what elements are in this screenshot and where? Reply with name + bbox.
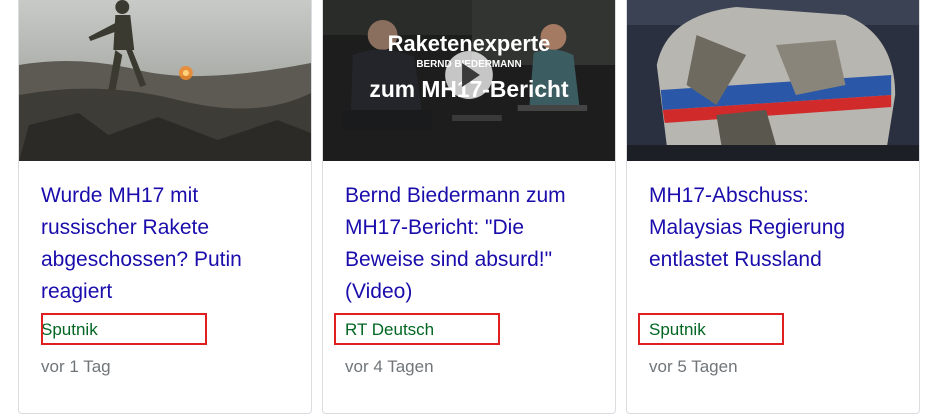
news-thumbnail-1[interactable] — [19, 0, 311, 161]
news-card-2[interactable]: Raketenexperte BERND BIEDERMANN zum MH17… — [322, 0, 616, 414]
highlight-box — [41, 313, 207, 345]
video-thumbnail-image: Raketenexperte BERND BIEDERMANN zum MH17… — [323, 0, 615, 161]
play-icon[interactable] — [445, 51, 493, 99]
headline-link[interactable]: MH17-Abschuss: Malaysias Regierung entla… — [649, 180, 905, 276]
wreckage-image — [627, 0, 919, 161]
news-card-3[interactable]: MH17-Abschuss: Malaysias Regierung entla… — [626, 0, 920, 414]
timestamp: vor 4 Tagen — [345, 357, 434, 376]
news-thumbnail-3[interactable] — [627, 0, 919, 161]
headline-link[interactable]: Bernd Biedermann zum MH17-Bericht: "Die … — [345, 180, 601, 308]
crash-site-image — [19, 0, 311, 161]
news-thumbnail-2[interactable]: Raketenexperte BERND BIEDERMANN zum MH17… — [323, 0, 615, 161]
highlight-box — [638, 313, 784, 345]
highlight-box — [334, 313, 500, 345]
news-card-1[interactable]: Wurde MH17 mit russischer Rakete abgesch… — [18, 0, 312, 414]
headline-link[interactable]: Wurde MH17 mit russischer Rakete abgesch… — [41, 180, 297, 308]
timestamp: vor 1 Tag — [41, 357, 111, 376]
timestamp: vor 5 Tagen — [649, 357, 738, 376]
